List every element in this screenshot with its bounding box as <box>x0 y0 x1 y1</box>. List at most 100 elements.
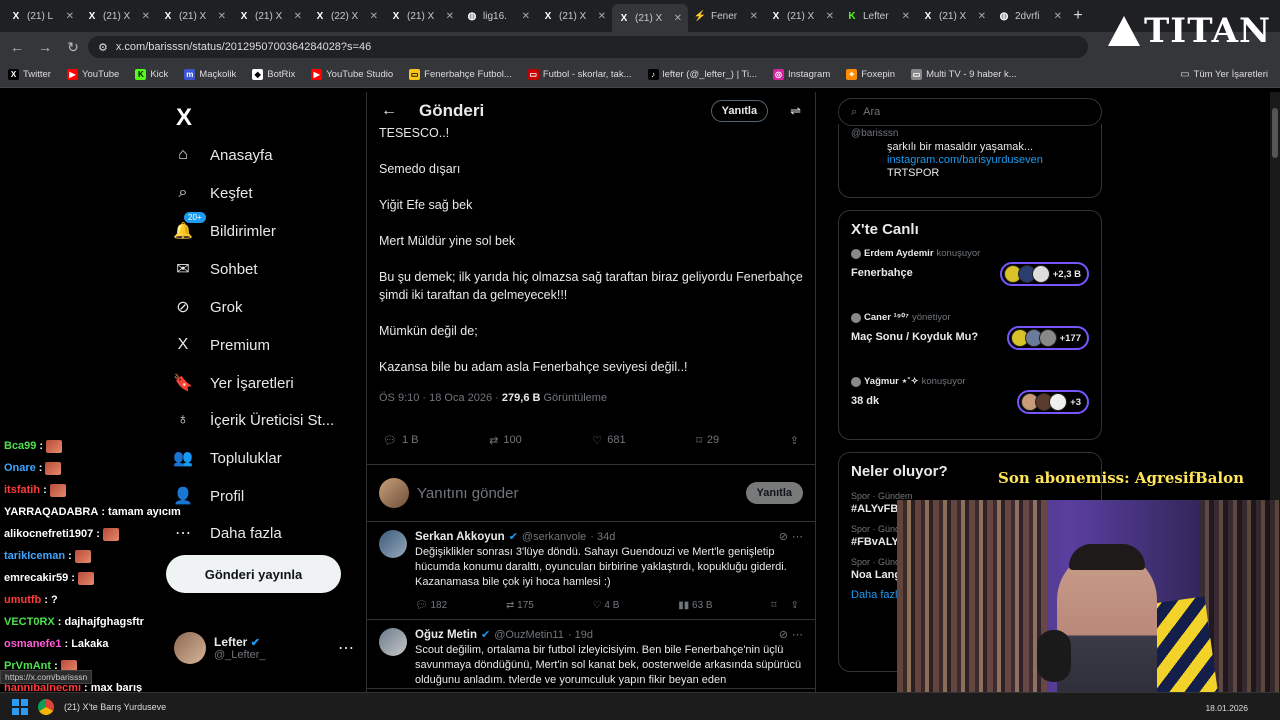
close-tab-icon[interactable]: ✕ <box>142 11 150 22</box>
browser-tab[interactable]: X (21) X ✕ <box>536 3 612 29</box>
bookmark-item[interactable]: ▶ YouTube Studio <box>311 69 393 80</box>
close-tab-icon[interactable]: ✕ <box>674 13 682 24</box>
close-tab-icon[interactable]: ✕ <box>294 11 302 22</box>
browser-tab[interactable]: X (21) X ✕ <box>612 4 688 32</box>
send-reply-button[interactable]: Yanıtla <box>745 482 803 504</box>
more-icon[interactable]: ⋯ <box>792 530 803 543</box>
bookmark-item[interactable]: K Kick <box>135 69 168 80</box>
tab-title: (21) X <box>255 10 283 22</box>
back-arrow-icon[interactable]: ← <box>381 102 397 120</box>
browser-tab[interactable]: ⚡ Fener ✕ <box>688 3 764 29</box>
close-tab-icon[interactable]: ✕ <box>370 11 378 22</box>
live-space-item[interactable]: Erdem Aydemir konuşuyor Fenerbahçe +2,3 B <box>839 244 1101 308</box>
close-tab-icon[interactable]: ✕ <box>218 11 226 22</box>
close-tab-icon[interactable]: ✕ <box>66 11 74 22</box>
bookmark-item[interactable]: ◎ Instagram <box>773 69 830 80</box>
close-tab-icon[interactable]: ✕ <box>522 11 530 22</box>
browser-tab[interactable]: ◍ lig16. ✕ <box>460 3 536 29</box>
browser-tab[interactable]: X (21) X ✕ <box>80 3 156 29</box>
reply-button[interactable]: Yanıtla <box>710 100 769 122</box>
browser-tab[interactable]: K Lefter ✕ <box>840 3 916 29</box>
grok-icon[interactable]: ⊘ <box>779 628 788 641</box>
share-icon: ⇪ <box>789 434 799 447</box>
sidebar-item-communities[interactable]: 👥 Topluluklar <box>172 447 282 469</box>
sidebar-item-chat[interactable]: ✉ Sohbet <box>172 258 257 280</box>
browser-tab[interactable]: X (21) X ✕ <box>156 3 232 29</box>
x-logo-icon[interactable]: X <box>176 104 192 132</box>
bookmark-item[interactable]: m Maçkolik <box>184 69 236 80</box>
close-tab-icon[interactable]: ✕ <box>978 11 986 22</box>
chrome-icon[interactable] <box>38 698 54 715</box>
avatar <box>379 478 409 508</box>
like-action[interactable]: ♡ 681 <box>592 434 625 447</box>
views-action[interactable]: ▮▮ 63 B <box>678 600 712 611</box>
taskbar-window-title[interactable]: (21) X'te Barış Yurduseve <box>64 702 166 712</box>
reload-icon[interactable]: ↻ <box>66 39 80 56</box>
sidebar-item-creator-studio[interactable]: ♁ İçerik Üreticisi St... <box>172 409 334 431</box>
forward-icon[interactable]: → <box>38 39 52 55</box>
bookmarks-folder[interactable]: ▭ Tüm Yer İşaretleri <box>1180 69 1268 80</box>
share-icon[interactable]: ⇪ <box>791 600 799 611</box>
bookmark-item[interactable]: ▭ Fenerbahçe Futbol... <box>409 69 512 80</box>
sidebar-item-home[interactable]: ⌂ Anasayfa <box>172 144 272 166</box>
bookmark-action[interactable]: ⌑ 29 <box>696 434 719 447</box>
sidebar-item-bookmarks[interactable]: 🔖 Yer İşaretleri <box>172 372 294 394</box>
browser-tab[interactable]: X (21) X ✕ <box>232 3 308 29</box>
scroll-thumb[interactable] <box>1272 108 1278 158</box>
browser-tab[interactable]: X (21) X ✕ <box>384 3 460 29</box>
close-tab-icon[interactable]: ✕ <box>1054 11 1062 22</box>
browser-tab[interactable]: ◍ 2dvrfi ✕ <box>992 3 1068 29</box>
more-icon[interactable]: ⋯ <box>792 628 803 641</box>
tweet-meta: ÖS 9:10 · 18 Oca 2026 · 279,6 B Görüntül… <box>367 392 815 404</box>
browser-tab[interactable]: X (21) X ✕ <box>764 3 840 29</box>
close-tab-icon[interactable]: ✕ <box>902 11 910 22</box>
close-tab-icon[interactable]: ✕ <box>750 11 758 22</box>
listeners-pill[interactable]: +3 <box>1017 390 1089 414</box>
sidebar-item-premium[interactable]: X Premium <box>172 334 270 356</box>
new-tab-button[interactable]: + <box>1068 3 1088 29</box>
bookmark-item[interactable]: ▭ Futbol - skorlar, tak... <box>527 69 632 80</box>
bookmark-item[interactable]: ▶ YouTube <box>66 69 119 80</box>
reply-action[interactable]: 💬︎ 182 <box>415 600 447 611</box>
reply-action[interactable]: 💬︎ 1 B <box>383 434 418 447</box>
search-input[interactable]: ⌕ Ara <box>838 98 1102 126</box>
close-tab-icon[interactable]: ✕ <box>446 11 454 22</box>
grok-icon[interactable]: ⊘ <box>779 530 788 543</box>
sidebar-item-grok[interactable]: ⊘ Grok <box>172 296 242 318</box>
account-switcher[interactable]: Lefter ✔ @_Lefter_ ⋯ <box>174 632 354 664</box>
windows-start-icon[interactable] <box>12 698 28 715</box>
bookmark-item[interactable]: ◆ BotRix <box>252 69 295 80</box>
browser-tab[interactable]: X (22) X ✕ <box>308 3 384 29</box>
profile-link[interactable]: instagram.com/barisyurduseven <box>839 153 1101 166</box>
sidebar-item-notifications[interactable]: 🔔 20+ Bildirimler <box>172 212 276 242</box>
bookmark-item[interactable]: X Twitter <box>8 69 51 80</box>
retweet-action[interactable]: ⇄ 175 <box>506 600 534 611</box>
more-icon[interactable]: ⋯ <box>338 638 354 658</box>
reply-input[interactable]: Yanıtını gönder <box>417 485 738 502</box>
live-space-item[interactable]: Caner ¹⁹⁰⁷ yönetiyor Maç Sonu / Koyduk Mu?… <box>839 308 1101 372</box>
reply-tweet[interactable]: Oğuz Metin ✔ @OuzMetin11 · 19d ⊘ ⋯ Scout değil… <box>367 620 815 689</box>
browser-tab[interactable]: X (21) L ✕ <box>4 3 80 29</box>
sidebar-item-profile[interactable]: 👤 Profil <box>172 485 244 507</box>
sidebar-item-more[interactable]: ⋯ Daha fazla <box>172 522 282 544</box>
bookmark-icon[interactable]: ⌑ <box>771 600 776 611</box>
listeners-pill[interactable]: +2,3 B <box>999 262 1089 286</box>
listeners-pill[interactable]: +177 <box>1006 326 1089 350</box>
close-tab-icon[interactable]: ✕ <box>598 11 606 22</box>
sidebar-item-explore[interactable]: ⌕ Keşfet <box>172 182 253 204</box>
reply-tweet[interactable]: Serkan Akkoyun ✔ @serkanvole · 34d ⊘ ⋯ Değişik… <box>367 522 815 620</box>
bookmark-item[interactable]: ▭ Multi TV - 9 haber k... <box>911 69 1017 80</box>
retweet-action[interactable]: ⇄ 100 <box>489 434 522 447</box>
close-tab-icon[interactable]: ✕ <box>826 11 834 22</box>
like-action[interactable]: ♡ 4 B <box>593 600 620 611</box>
bookmark-item[interactable]: ♪ lefter (@_lefter_) | Ti... <box>647 69 757 80</box>
site-info-icon[interactable]: ⚙ <box>98 41 108 54</box>
browser-tab[interactable]: X (21) X ✕ <box>916 3 992 29</box>
back-icon[interactable]: ← <box>10 39 24 55</box>
bookmark-item[interactable]: ✦ Foxepin <box>846 69 895 80</box>
share-action[interactable]: ⇪ <box>790 434 799 447</box>
post-button[interactable]: Gönderi yayınla <box>166 555 341 593</box>
url-input[interactable]: ⚙ x.com/barisssn/status/2012950700364284… <box>88 36 1088 58</box>
filter-icon[interactable]: ⇌ <box>790 103 801 119</box>
live-space-item[interactable]: Yağmur ⋆˚✧ konuşuyor 38 dk +3 <box>839 372 1101 436</box>
